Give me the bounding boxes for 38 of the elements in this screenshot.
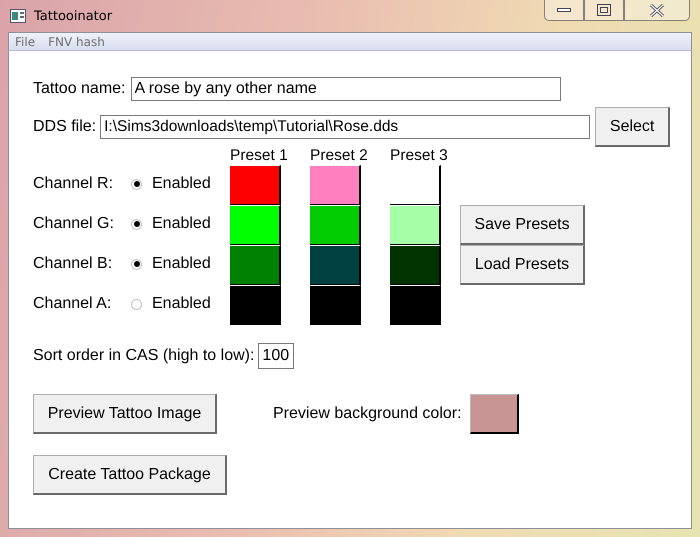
menu-item[interactable]: FNV hash xyxy=(48,34,105,48)
radio-label: Enabled xyxy=(152,175,211,193)
radio-label: Enabled xyxy=(152,215,211,233)
radio-button[interactable] xyxy=(131,258,142,270)
radio-button[interactable] xyxy=(131,298,142,310)
preset-heading: Preset 1 xyxy=(230,147,289,165)
color-swatch[interactable] xyxy=(470,394,519,434)
radio-label: Enabled xyxy=(152,295,211,313)
radio-button[interactable] xyxy=(131,218,142,230)
window-title: Tattooinator xyxy=(34,8,112,24)
close-button[interactable] xyxy=(624,0,690,21)
radio-label: Enabled xyxy=(152,255,211,273)
channel-label: Channel A: xyxy=(33,295,112,313)
minimize-icon xyxy=(557,7,571,13)
select-button[interactable]: Select xyxy=(595,107,670,147)
channel-label: Channel R: xyxy=(33,175,114,193)
preset-heading: Preset 3 xyxy=(390,147,449,165)
field-label: DDS file: xyxy=(33,118,96,136)
channel-label: Channel B: xyxy=(33,255,114,273)
minimize-button[interactable] xyxy=(544,0,584,21)
close-icon xyxy=(649,4,665,16)
sort-order-field[interactable]: 100 xyxy=(258,343,294,369)
preset-heading: Preset 2 xyxy=(310,147,369,165)
channel-label: Channel G: xyxy=(33,215,115,233)
maximize-button[interactable] xyxy=(584,0,624,21)
preset-button[interactable]: Load Presets xyxy=(460,245,585,285)
field-label: Tattoo name: xyxy=(33,80,126,98)
app-icon xyxy=(10,9,26,23)
preset-button[interactable]: Save Presets xyxy=(460,205,585,245)
file-path-field[interactable]: I:\Sims3downloads\temp\Tutorial\Rose.dds xyxy=(100,115,590,139)
field-label: Preview background color: xyxy=(273,405,462,423)
field-label: Sort order in CAS (high to low): xyxy=(33,347,254,365)
maximize-icon xyxy=(597,4,611,16)
tattoo-name-field[interactable]: A rose by any other name xyxy=(130,77,560,101)
preview-button[interactable]: Preview Tattoo Image xyxy=(33,394,217,434)
radio-button[interactable] xyxy=(131,178,142,190)
create-package-button[interactable]: Create Tattoo Package xyxy=(33,455,227,495)
menu-item[interactable]: File xyxy=(15,34,36,48)
